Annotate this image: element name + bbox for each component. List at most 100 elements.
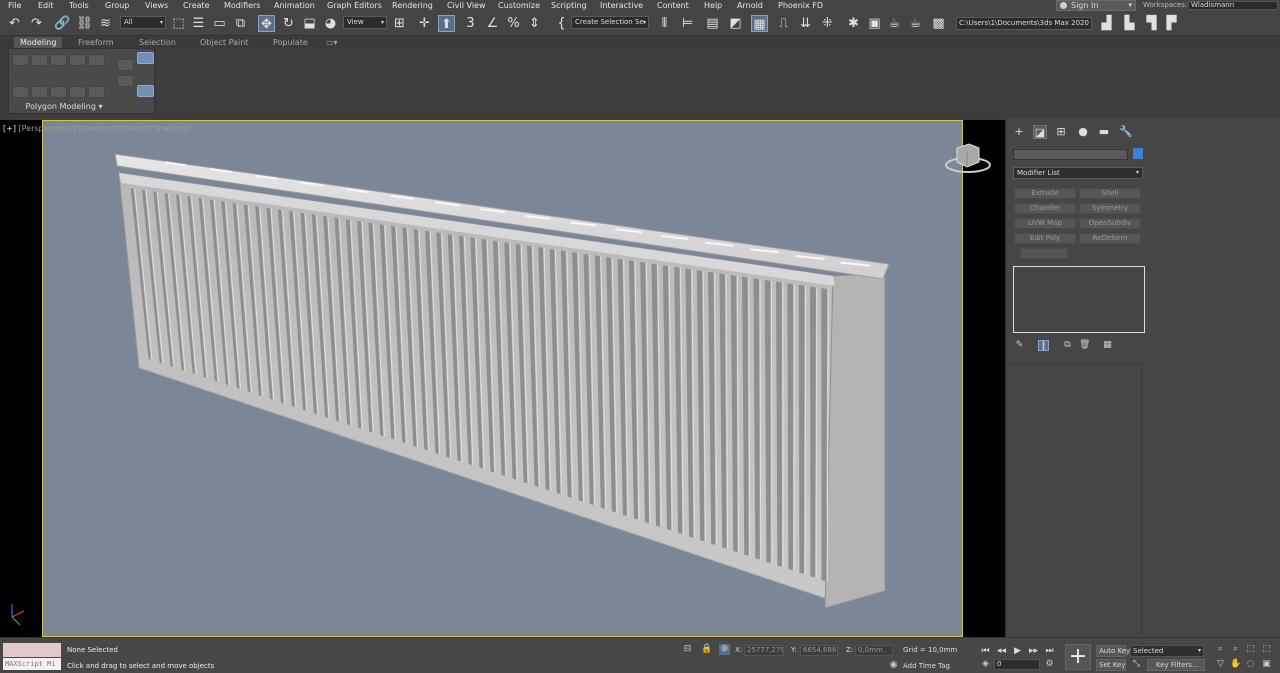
time-tag-icon[interactable]: ◉: [888, 660, 899, 671]
undo-icon[interactable]: ↶: [6, 15, 23, 32]
menu-civil-view[interactable]: Civil View: [447, 0, 486, 11]
shell-button[interactable]: Shell: [1079, 188, 1141, 199]
render-iterative-icon[interactable]: ☕: [907, 15, 924, 32]
tab-object-paint[interactable]: Object Paint: [194, 37, 254, 48]
hierarchy-tab-icon[interactable]: ⊞: [1054, 125, 1068, 139]
menu-file[interactable]: File: [8, 0, 21, 11]
schematic-view-icon[interactable]: ⇊: [797, 15, 814, 32]
set-keys-icon[interactable]: +: [1065, 644, 1091, 670]
render-setup-icon[interactable]: ✱: [845, 15, 862, 32]
zoom-all-icon[interactable]: ⌕: [1230, 644, 1241, 655]
menu-group[interactable]: Group: [105, 0, 129, 11]
render-in-cloud-icon[interactable]: ▩: [930, 15, 947, 32]
project-settings-icon[interactable]: ▛: [1163, 15, 1180, 32]
menu-interactive[interactable]: Interactive: [600, 0, 643, 11]
select-by-name-icon[interactable]: ☰: [190, 15, 207, 32]
viewport-menu-plus[interactable]: [+]: [3, 124, 16, 133]
menu-graph-editors[interactable]: Graph Editors: [327, 0, 382, 11]
selection-lock-icon[interactable]: 🔒: [701, 644, 712, 655]
set-key-button[interactable]: Set Key: [1096, 659, 1126, 671]
key-mode-toggle-icon[interactable]: ◈: [980, 659, 991, 670]
empty-modifier-button[interactable]: [1020, 248, 1068, 259]
select-object-icon[interactable]: ⬚: [170, 15, 187, 32]
snaps-toggle-icon[interactable]: 3: [462, 15, 479, 32]
viewport-shading-label[interactable]: [Default Shading]: [119, 124, 190, 133]
polygon-modeling-label[interactable]: Polygon Modeling ▾: [9, 102, 119, 111]
rendered-frame-window-icon[interactable]: ▣: [866, 15, 883, 32]
keyboard-shortcut-override-icon[interactable]: ⬆: [438, 15, 455, 32]
zoom-icon[interactable]: ⌕: [1215, 644, 1226, 655]
previous-modifier-icon[interactable]: [12, 86, 29, 98]
add-time-tag[interactable]: Add Time Tag: [903, 662, 950, 670]
pan-view-icon[interactable]: ✋: [1230, 659, 1241, 670]
show-end-result-icon[interactable]: [137, 52, 154, 64]
menu-content[interactable]: Content: [657, 0, 689, 11]
z-coordinate-field[interactable]: 0,0mm: [855, 645, 893, 656]
menu-edit[interactable]: Edit: [38, 0, 54, 11]
maximize-viewport-icon[interactable]: ▣: [1261, 659, 1272, 670]
field-of-view-icon[interactable]: ▽: [1215, 659, 1226, 670]
select-and-place-icon[interactable]: ◕: [322, 15, 339, 32]
select-and-rotate-icon[interactable]: ↻: [280, 15, 297, 32]
next-modifier-icon[interactable]: [31, 86, 48, 98]
remove-modifier-icon[interactable]: 🗑: [1079, 340, 1090, 351]
menu-customize[interactable]: Customize: [498, 0, 540, 11]
perspective-viewport[interactable]: [42, 120, 963, 637]
ribbon-options-icon[interactable]: ▭▾: [320, 37, 344, 48]
zoom-extents-all-icon[interactable]: ⬚: [1261, 644, 1272, 655]
scene-explorer-icon[interactable]: ▤: [704, 15, 721, 32]
symmetry-button[interactable]: Symmetry: [1079, 203, 1141, 214]
extrude-button[interactable]: Extrude: [1014, 188, 1076, 199]
play-icon[interactable]: ▶: [1011, 645, 1024, 658]
bind-space-warp-icon[interactable]: ≋: [97, 15, 114, 32]
viewport-label[interactable]: [+] [Perspective] [Standard] [Default Sh…: [3, 124, 189, 133]
modify-mode-icon[interactable]: [117, 59, 134, 71]
modifier-list-dropdown[interactable]: Modifier List ▾: [1013, 167, 1143, 179]
show-end-result-toggle-icon[interactable]: ❙: [1038, 340, 1049, 351]
element-mode-icon[interactable]: [88, 54, 105, 66]
go-to-end-icon[interactable]: ⏭: [1043, 645, 1056, 658]
polygon-mode-icon[interactable]: [69, 54, 86, 66]
display-tab-icon[interactable]: ▬: [1097, 125, 1111, 139]
angle-snap-icon[interactable]: ∠: [484, 15, 501, 32]
tab-modeling[interactable]: Modeling: [14, 37, 63, 48]
chamfer-button[interactable]: Chamfer: [1014, 203, 1076, 214]
object-name-field[interactable]: [1013, 149, 1128, 160]
key-set-selection-dropdown[interactable]: Selected ▾: [1130, 645, 1204, 657]
opensubdiv-button[interactable]: OpenSubdiv: [1079, 218, 1141, 229]
toggle-ribbon-icon[interactable]: ▦: [751, 15, 768, 32]
maxscript-listener-output[interactable]: [3, 643, 61, 657]
border-mode-icon[interactable]: [50, 54, 67, 66]
selection-filter-dropdown[interactable]: All ▾: [120, 16, 166, 29]
layer-explorer-icon[interactable]: ◩: [727, 15, 744, 32]
link-icon[interactable]: 🔗: [54, 15, 71, 32]
zoom-extents-icon[interactable]: ⬚: [1245, 644, 1256, 655]
object-color-swatch[interactable]: [1133, 148, 1143, 159]
absolute-mode-transform-icon[interactable]: ⊕: [719, 644, 730, 655]
y-coordinate-field[interactable]: 6654,686m: [800, 645, 838, 656]
current-frame-field[interactable]: 0: [994, 659, 1040, 670]
viewport-view-label[interactable]: [Perspective]: [19, 124, 72, 133]
sign-in-dropdown[interactable]: Sign In ▾: [1056, 0, 1136, 11]
menu-help[interactable]: Help: [704, 0, 722, 11]
align-icon[interactable]: ⊨: [679, 15, 696, 32]
mirror-icon[interactable]: ⫴: [656, 15, 673, 32]
select-and-move-icon[interactable]: ✥: [258, 15, 275, 32]
menu-views[interactable]: Views: [145, 0, 168, 11]
select-manipulate-icon[interactable]: ✛: [416, 15, 433, 32]
spinner-snap-icon[interactable]: ⇕: [526, 15, 543, 32]
vertex-mode-icon[interactable]: [12, 54, 29, 66]
material-editor-icon[interactable]: ⁜: [819, 15, 836, 32]
maxscript-mini-listener[interactable]: MAXScript Mi: [3, 658, 61, 670]
preserve-uvs-icon[interactable]: [117, 75, 134, 87]
previous-frame-icon[interactable]: ◂◂: [995, 645, 1008, 658]
default-in-out-tangents-icon[interactable]: ⤡: [1131, 659, 1142, 670]
auto-key-button[interactable]: Auto Key: [1096, 645, 1130, 657]
redeform-button[interactable]: ReDeform: [1079, 233, 1141, 244]
reference-coordinate-dropdown[interactable]: View ▾: [343, 16, 387, 29]
named-selection-dropdown[interactable]: Create Selection Se ▾: [571, 16, 649, 29]
select-and-scale-icon[interactable]: ⬓: [301, 15, 318, 32]
window-crossing-icon[interactable]: ⧉: [232, 15, 249, 32]
collapse-stack-icon[interactable]: [50, 86, 67, 98]
ignore-backfacing-icon[interactable]: [88, 86, 105, 98]
